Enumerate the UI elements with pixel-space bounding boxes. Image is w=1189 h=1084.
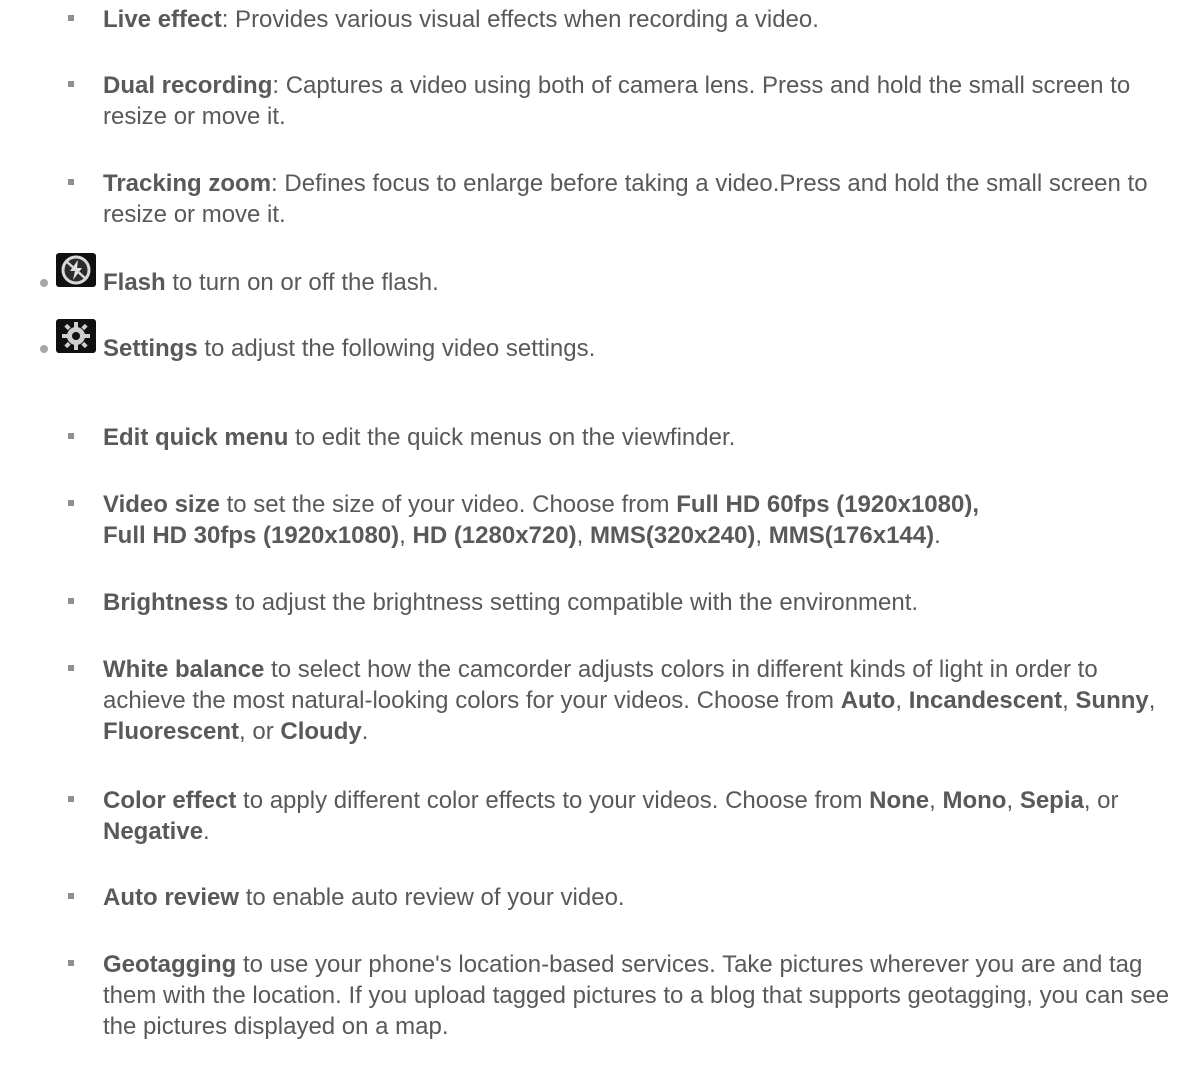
option: Sepia xyxy=(1019,787,1084,814)
round-bullet-icon xyxy=(40,345,48,353)
flash-off-icon xyxy=(56,253,96,287)
option: Mono xyxy=(942,787,1007,814)
list-item-brightness: Brightness to adjust the brightness sett… xyxy=(68,587,1183,618)
square-bullet-icon xyxy=(68,893,74,899)
square-bullet-icon xyxy=(68,433,74,439)
term: Tracking zoom xyxy=(103,170,272,197)
list-item-tracking-zoom: Tracking zoom: Defines focus to enlarge … xyxy=(68,168,1183,230)
description: to adjust the brightness setting compati… xyxy=(228,589,919,616)
term: Auto review xyxy=(103,884,240,911)
term: Geotagging xyxy=(103,951,237,978)
square-bullet-icon xyxy=(68,81,74,87)
option: Sunny xyxy=(1075,687,1149,714)
description: to enable auto review of your video. xyxy=(239,884,625,911)
option: MMS(320x240) xyxy=(589,522,756,549)
description: to adjust the following video settings. xyxy=(197,335,596,362)
option: Full HD 60fps (1920x1080), xyxy=(676,491,979,518)
list-item-video-size: Video size to set the size of your video… xyxy=(68,489,1183,551)
square-bullet-icon xyxy=(68,665,74,671)
term: Color effect xyxy=(103,787,237,814)
list-item-edit-quick-menu: Edit quick menu to edit the quick menus … xyxy=(68,422,1183,453)
square-bullet-icon xyxy=(68,796,74,802)
list-item-auto-review: Auto review to enable auto review of you… xyxy=(68,882,1183,913)
list-item-geotagging: Geotagging to use your phone's location-… xyxy=(68,949,1183,1042)
term: Edit quick menu xyxy=(103,424,289,451)
square-bullet-icon xyxy=(68,500,74,506)
square-bullet-icon xyxy=(68,15,74,21)
description: to use your phone's location-based servi… xyxy=(103,951,1170,1040)
list-item-color-effect: Color effect to apply different color ef… xyxy=(68,785,1183,847)
list-item-live-effect: Live effect: Provides various visual eff… xyxy=(68,4,1183,35)
description: to apply different color effects to your… xyxy=(236,787,870,814)
term: Settings xyxy=(103,335,198,362)
option: Incandescent xyxy=(908,687,1063,714)
term: Brightness xyxy=(103,589,229,616)
option: Fluorescent xyxy=(103,718,240,745)
option: None xyxy=(869,787,930,814)
term: Video size xyxy=(103,491,220,518)
option: Cloudy xyxy=(280,718,362,745)
term: Dual recording xyxy=(103,72,273,99)
term: White balance xyxy=(103,656,265,683)
list-item-white-balance: White balance to select how the camcorde… xyxy=(68,654,1183,747)
option: Negative xyxy=(103,818,204,845)
list-item-settings: Settings to adjust the following video s… xyxy=(40,319,1180,373)
square-bullet-icon xyxy=(68,179,74,185)
description: to turn on or off the flash. xyxy=(165,269,439,296)
option: Auto xyxy=(840,687,896,714)
option: HD (1280x720) xyxy=(412,522,577,549)
description: to set the size of your video. Choose fr… xyxy=(219,491,677,518)
gear-icon xyxy=(56,319,96,353)
term: Live effect xyxy=(103,6,222,33)
square-bullet-icon xyxy=(68,598,74,604)
round-bullet-icon xyxy=(40,279,48,287)
list-item-dual-recording: Dual recording: Captures a video using b… xyxy=(68,70,1183,132)
list-item-flash: Flash to turn on or off the flash. xyxy=(40,253,1180,307)
description: : Provides various visual effects when r… xyxy=(221,6,819,33)
square-bullet-icon xyxy=(68,960,74,966)
option: MMS(176x144) xyxy=(768,522,935,549)
option: Full HD 30fps (1920x1080) xyxy=(103,522,400,549)
term: Flash xyxy=(103,269,166,296)
description: to edit the quick menus on the viewfinde… xyxy=(288,424,736,451)
